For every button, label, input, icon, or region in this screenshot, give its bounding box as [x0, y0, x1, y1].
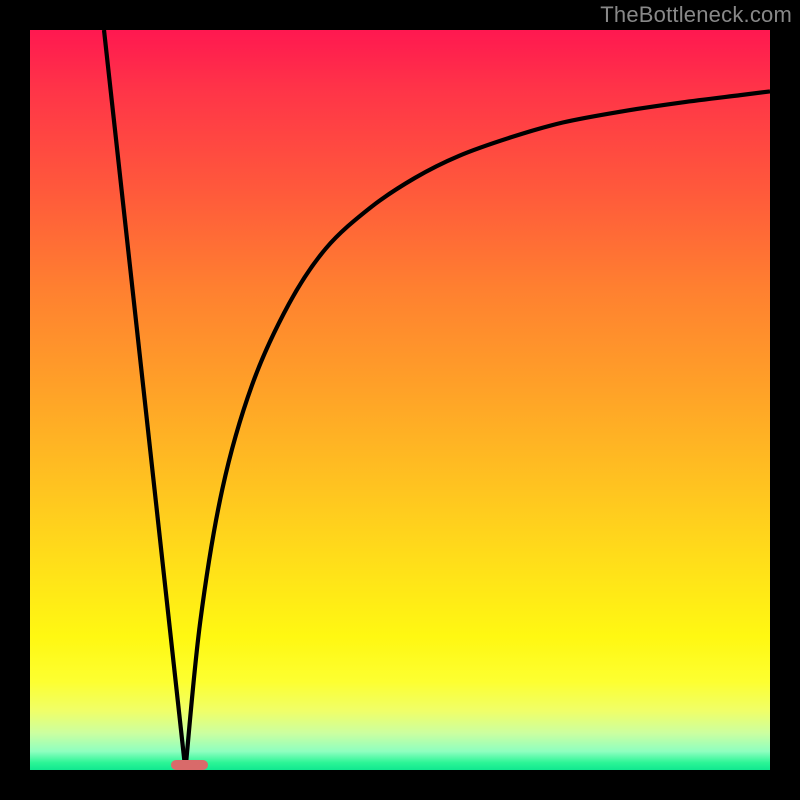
chart-curves-svg	[30, 30, 770, 770]
bottleneck-marker	[171, 760, 208, 770]
right-curve	[185, 91, 770, 770]
chart-frame: TheBottleneck.com	[0, 0, 800, 800]
watermark-text: TheBottleneck.com	[600, 2, 792, 28]
left-slope-curve	[104, 30, 185, 770]
chart-plot-area	[30, 30, 770, 770]
